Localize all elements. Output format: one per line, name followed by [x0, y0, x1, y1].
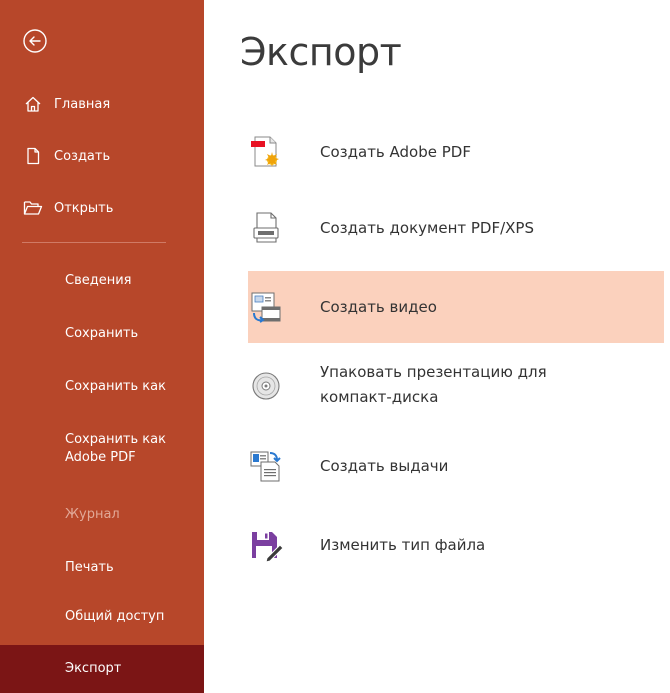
sidebar-item-label: Экспорт: [65, 661, 122, 676]
adobe-pdf-icon: [251, 136, 279, 167]
back-button[interactable]: [22, 28, 48, 54]
pdf-xps-document-icon: [253, 212, 279, 243]
sidebar-item-share[interactable]: Общий доступ: [0, 598, 204, 638]
export-pane: Экспорт Создать Adobe PDF Создать докуме…: [204, 0, 670, 693]
option-create-adobe-pdf[interactable]: Создать Adobe PDF: [248, 116, 664, 188]
sidebar-item-label: Создать: [54, 148, 111, 164]
sidebar-item-label: Общий доступ: [65, 609, 165, 624]
option-label: Создать Adobe PDF: [320, 143, 471, 161]
option-create-handouts[interactable]: Создать выдачи: [248, 430, 664, 502]
sidebar-item-save[interactable]: Сохранить: [0, 315, 204, 355]
option-label: Изменить тип файла: [320, 536, 486, 554]
handouts-icon: [250, 451, 281, 482]
sidebar-item-label: Главная: [54, 96, 111, 112]
video-icon: [251, 292, 281, 323]
sidebar-item-label: Сохранить: [65, 326, 139, 341]
back-arrow-icon: [23, 29, 47, 53]
option-label: Создать видео: [320, 298, 437, 316]
sidebar-item-export[interactable]: Экспорт: [0, 645, 204, 693]
backstage-sidebar: Главная Создать Открыть Сведения Сохрани…: [0, 0, 204, 693]
sidebar-item-open[interactable]: Открыть: [0, 188, 204, 228]
sidebar-item-label: Сведения: [65, 273, 132, 288]
change-file-type-icon: [252, 532, 284, 563]
option-label-line2: компакт-диска: [320, 388, 439, 406]
sidebar-item-new[interactable]: Создать: [0, 136, 204, 176]
home-icon: [22, 93, 44, 115]
open-folder-icon: [22, 197, 44, 219]
sidebar-item-label: Журнал: [65, 507, 120, 522]
sidebar-item-label: Открыть: [54, 200, 114, 216]
option-label: Создать документ PDF/XPS: [320, 219, 534, 237]
sidebar-item-label-line1: Сохранить как: [65, 432, 166, 447]
option-create-video[interactable]: Создать видео: [248, 271, 664, 343]
cd-icon: [252, 372, 280, 400]
option-change-file-type[interactable]: Изменить тип файла: [248, 509, 664, 581]
sidebar-item-label-line2: Adobe PDF: [65, 450, 136, 465]
sidebar-item-info[interactable]: Сведения: [0, 262, 204, 302]
sidebar-item-print[interactable]: Печать: [0, 549, 204, 589]
sidebar-item-label: Печать: [65, 560, 114, 575]
sidebar-item-label: Сохранить как: [65, 379, 166, 394]
sidebar-item-save-as-adobe-pdf[interactable]: Сохранить как Adobe PDF: [0, 424, 204, 476]
option-label: Создать выдачи: [320, 457, 449, 475]
option-create-pdf-xps[interactable]: Создать документ PDF/XPS: [248, 192, 664, 264]
sidebar-divider: [22, 242, 166, 243]
new-file-icon: [22, 145, 44, 167]
page-title: Экспорт: [240, 30, 402, 74]
sidebar-item-save-as[interactable]: Сохранить как: [0, 368, 204, 408]
sidebar-item-history: Журнал: [0, 496, 204, 536]
option-label-line1: Упаковать презентацию для: [320, 363, 547, 381]
sidebar-item-home[interactable]: Главная: [0, 84, 204, 124]
option-package-for-cd[interactable]: Упаковать презентацию для компакт-диска: [248, 348, 664, 420]
